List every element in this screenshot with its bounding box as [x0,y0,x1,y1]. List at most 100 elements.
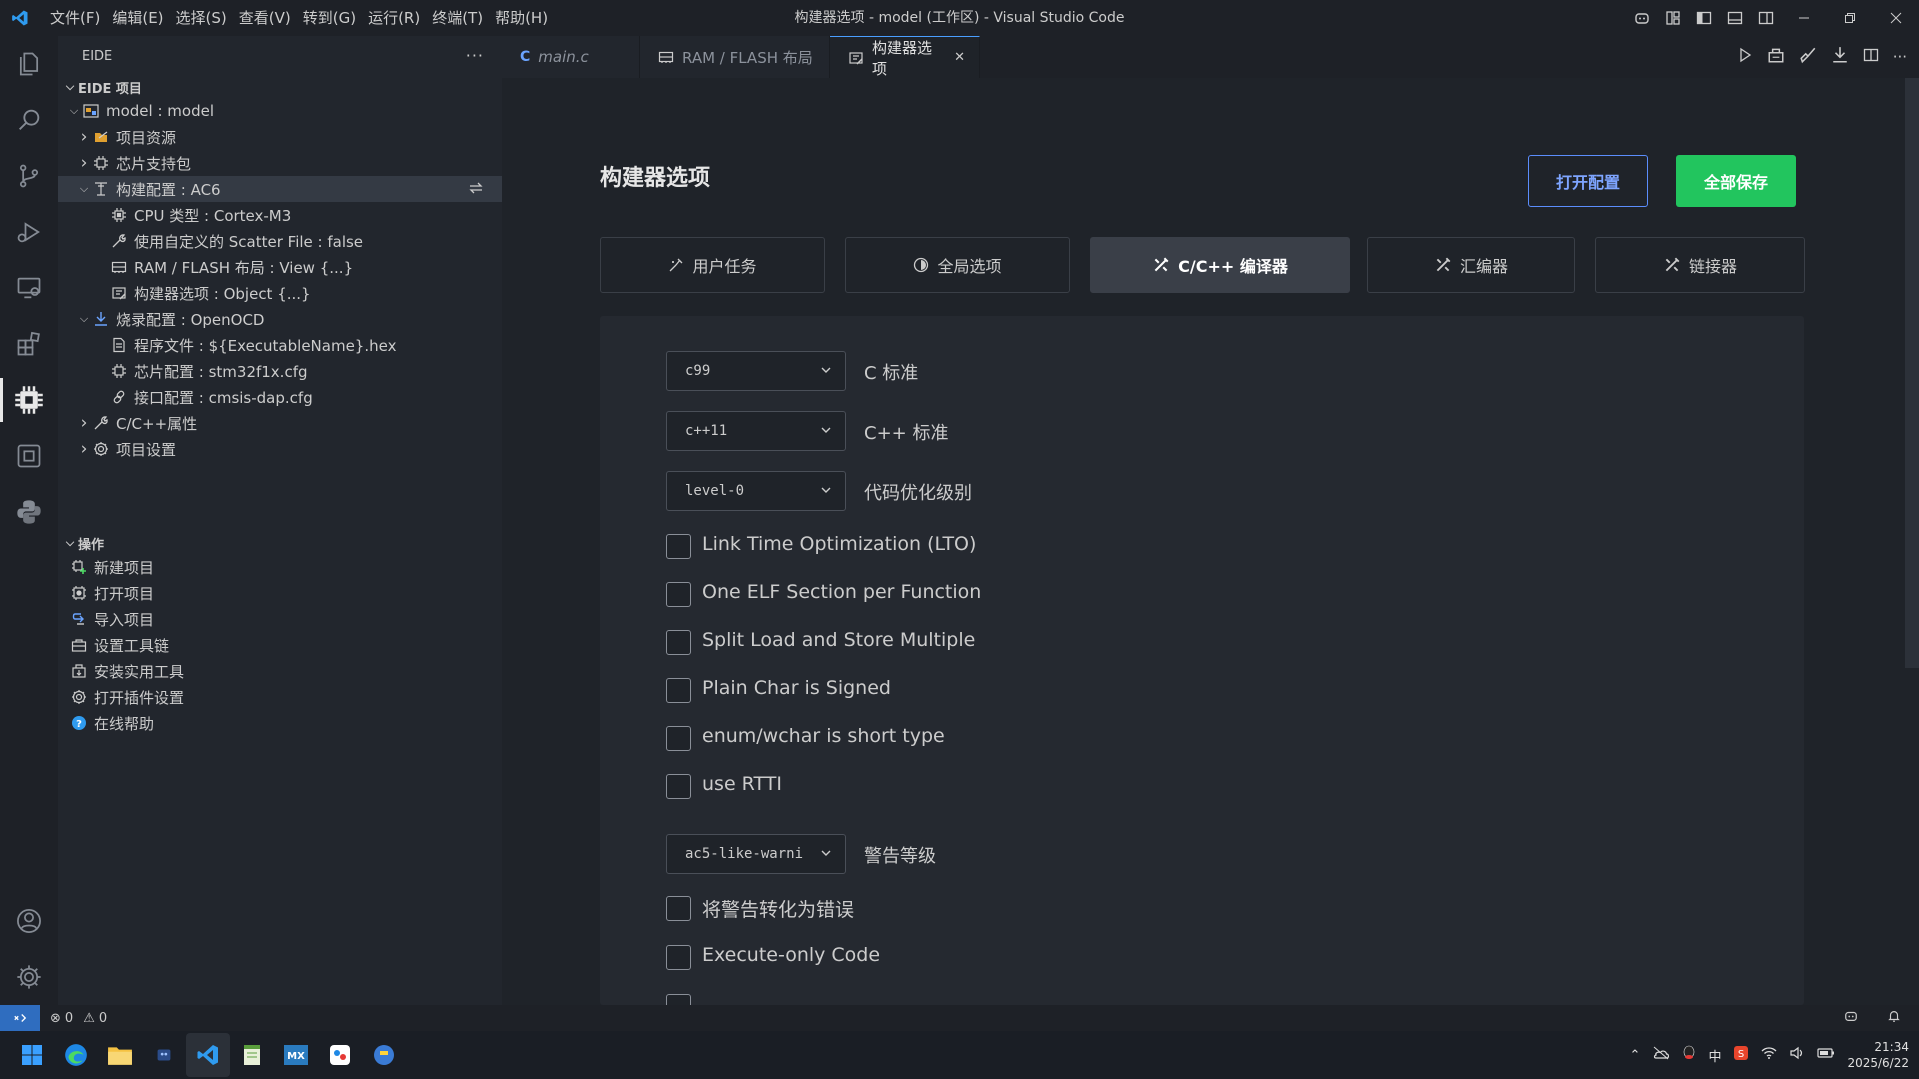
run-icon[interactable] [1737,47,1753,67]
editor-tab[interactable]: RAM / FLASH 布局 [640,36,830,78]
minimize-icon[interactable] [1781,0,1827,36]
notifications-bell-icon[interactable] [1887,1009,1901,1027]
editor-tab[interactable]: Cmain.c [502,36,640,78]
search-icon[interactable] [0,92,58,148]
chevron-down-icon[interactable]: ⌵ [76,182,92,196]
menu-item[interactable]: 终端(T) [426,0,489,36]
checkbox[interactable] [666,726,691,751]
tree-item[interactable]: › 项目资源 [58,124,502,150]
input-method-indicator[interactable]: 中 [1708,1046,1721,1065]
config-tab[interactable]: 汇编器 [1367,237,1575,293]
problems-status[interactable]: ⊗ 0 ⚠ 0 [50,1011,107,1026]
close-window-icon[interactable] [1873,0,1919,36]
chevron-right-icon[interactable]: › [76,153,92,173]
explorer-icon[interactable] [0,36,58,92]
chevron-right-icon[interactable]: › [76,413,92,433]
more-actions-icon[interactable]: ··· [466,46,484,65]
windows-start-icon[interactable] [10,1033,54,1077]
scrollbar[interactable] [1905,78,1919,668]
operation-item[interactable]: 导入项目 [58,606,502,632]
more-actions-icon[interactable]: ··· [1893,48,1907,66]
extensions-icon[interactable] [0,316,58,372]
tree-item[interactable]: CPU 类型 : Cortex-M3 [58,202,502,228]
operation-item[interactable]: 打开项目 [58,580,502,606]
menu-item[interactable]: 编辑(E) [106,0,169,36]
chevron-up-icon[interactable]: ⌃ [1630,1048,1641,1063]
tree-item[interactable]: › C/C++属性 [58,410,502,436]
config-tab[interactable]: 用户任务 [600,237,825,293]
menu-item[interactable]: 文件(F) [44,0,106,36]
stm32cubemx-icon[interactable]: MX [274,1033,318,1077]
tree-item[interactable]: 使用自定义的 Scatter File : false [58,228,502,254]
copilot-icon[interactable] [1626,0,1657,36]
chip-view-icon[interactable] [0,428,58,484]
menu-item[interactable]: 帮助(H) [489,0,554,36]
config-tab[interactable]: 全局选项 [845,237,1070,293]
manage-gear-icon[interactable] [0,949,58,1005]
split-editor-icon[interactable] [1863,47,1879,67]
build-icon[interactable] [1767,46,1785,68]
tree-item[interactable]: 接口配置 : cmsis-dap.cfg [58,384,502,410]
volume-icon[interactable] [1789,1046,1805,1064]
source-control-icon[interactable] [0,148,58,204]
file-explorer-icon[interactable] [98,1033,142,1077]
toggle-panel-icon[interactable] [1719,0,1750,36]
vscode-taskbar-icon[interactable] [186,1033,230,1077]
tree-item[interactable]: 芯片配置 : stm32f1x.cfg [58,358,502,384]
python-idle-icon[interactable] [362,1033,406,1077]
operation-item[interactable]: 设置工具链 [58,632,502,658]
c-standard-select[interactable]: c99 [666,351,846,391]
chevron-down-icon[interactable]: ⌵ [76,312,92,326]
menu-item[interactable]: 查看(V) [233,0,297,36]
menu-item[interactable]: 运行(R) [362,0,426,36]
editor-tab[interactable]: 构建器选项 ✕ [830,36,980,78]
optimization-level-select[interactable]: level-0 [666,471,846,511]
config-tab[interactable]: 链接器 [1595,237,1805,293]
edge-browser-icon[interactable] [54,1033,98,1077]
chevron-right-icon[interactable]: › [76,127,92,147]
config-tab[interactable]: C/C++ 编译器 [1090,237,1350,293]
operation-item[interactable]: ? 在线帮助 [58,710,502,736]
tree-item[interactable]: ⌵ model : model [58,98,502,124]
onedrive-icon[interactable] [1652,1046,1670,1064]
restore-icon[interactable] [1827,0,1873,36]
python-icon[interactable] [0,484,58,540]
run-debug-icon[interactable] [0,204,58,260]
operation-item[interactable]: 新建项目 [58,554,502,580]
notepad-app-icon[interactable] [230,1033,274,1077]
tree-item[interactable]: ⌵ 构建配置 : AC6 [58,176,502,202]
checkbox[interactable] [666,678,691,703]
operations-section-header[interactable]: ⌵ 操作 [58,532,502,554]
warning-level-select[interactable]: ac5-like-warni [666,834,846,874]
checkbox[interactable] [666,994,691,1005]
chevron-down-icon[interactable]: ⌵ [66,104,82,118]
tree-item[interactable]: ⌵ 烧录配置 : OpenOCD [58,306,502,332]
save-all-button[interactable]: 全部保存 [1676,155,1796,207]
qq-icon[interactable] [1682,1045,1696,1065]
eide-project-section-header[interactable]: ⌵ EIDE 项目 [58,76,502,98]
menu-item[interactable]: 转到(G) [297,0,362,36]
switch-config-icon[interactable] [468,180,484,200]
eide-icon[interactable] [0,372,58,428]
tree-item[interactable]: 构建器选项 : Object {...} [58,280,502,306]
toggle-sidebar-icon[interactable] [1688,0,1719,36]
checkbox[interactable] [666,896,691,921]
checkbox[interactable] [666,534,691,559]
checkbox[interactable] [666,582,691,607]
wifi-icon[interactable] [1761,1046,1777,1064]
operation-item[interactable]: 打开插件设置 [58,684,502,710]
app-tile-icon[interactable] [318,1033,362,1077]
remote-explorer-icon[interactable] [0,260,58,316]
copilot-status-icon[interactable] [1843,1009,1859,1027]
accounts-icon[interactable] [0,893,58,949]
sogou-icon[interactable]: S [1733,1045,1749,1065]
checkbox[interactable] [666,630,691,655]
clock[interactable]: 21:34 2025/6/22 [1847,1039,1909,1071]
tree-item[interactable]: RAM / FLASH 布局 : View {...} [58,254,502,280]
checkbox[interactable] [666,774,691,799]
chevron-right-icon[interactable]: › [76,439,92,459]
clean-icon[interactable] [1799,46,1817,68]
game-app-icon[interactable] [142,1033,186,1077]
tree-item[interactable]: › 项目设置 [58,436,502,462]
menu-item[interactable]: 选择(S) [170,0,233,36]
